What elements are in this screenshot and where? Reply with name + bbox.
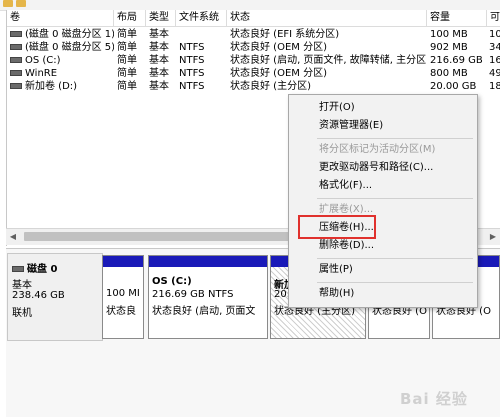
cell-capacity: 100 MB — [430, 29, 468, 40]
partition-os[interactable]: OS (C:) 216.69 GB NTFS 状态良好 (启动, 页面文 — [148, 255, 268, 339]
cell-layout: 简单 — [117, 68, 137, 79]
cell-type: 基本 — [149, 81, 169, 92]
menu-delete[interactable]: 删除卷(D)... — [290, 237, 476, 255]
cell-capacity: 20.00 GB — [430, 81, 477, 92]
col-filesystem[interactable]: 文件系统 — [176, 10, 227, 26]
disk-type: 基本 — [12, 280, 32, 291]
partition-size: 216.69 GB NTFS — [152, 289, 234, 300]
cell-status: 状态良好 (OEM 分区) — [230, 68, 327, 79]
drive-icon — [10, 70, 22, 76]
scroll-left-icon[interactable]: ◀ — [6, 229, 20, 245]
drive-icon — [10, 57, 22, 63]
partition-size: 100 MI — [106, 288, 140, 299]
col-free[interactable]: 可 — [487, 10, 500, 26]
table-row[interactable]: OS (C:) 简单 基本 NTFS 状态良好 (启动, 页面文件, 故障转储, 主分区… — [7, 54, 500, 67]
menu-separator — [317, 258, 473, 259]
menu-explorer[interactable]: 资源管理器(E) — [290, 117, 476, 135]
cell-free: 16 — [489, 55, 500, 66]
folder-icon-2[interactable] — [16, 0, 26, 7]
drive-icon — [10, 83, 22, 89]
cell-free: 49 — [489, 68, 500, 79]
partition-efi[interactable]: 100 MI 状态良 — [102, 255, 144, 339]
cell-type: 基本 — [149, 42, 169, 53]
cell-free: 34 — [489, 42, 500, 53]
cell-layout: 简单 — [117, 55, 137, 66]
cell-capacity: 216.69 GB — [430, 55, 483, 66]
cell-free: 18 — [489, 81, 500, 92]
cell-fs: NTFS — [179, 68, 205, 79]
menu-separator — [317, 198, 473, 199]
cell-vol: 新加卷 (D:) — [10, 80, 114, 93]
disk-state: 联机 — [12, 308, 32, 319]
table-row[interactable]: WinRE 简单 基本 NTFS 状态良好 (OEM 分区) 800 MB 49 — [7, 67, 500, 80]
scroll-right-icon[interactable]: ▶ — [486, 229, 500, 245]
list-header: 卷 布局 类型 文件系统 状态 容量 可 — [7, 10, 500, 27]
menu-mark-active[interactable]: 将分区标记为活动分区(M) — [290, 141, 476, 159]
cell-fs: NTFS — [179, 42, 205, 53]
context-menu: 打开(O) 资源管理器(E) 将分区标记为活动分区(M) 更改驱动器号和路径(C… — [288, 94, 478, 308]
cell-vol: (磁盘 0 磁盘分区 5) — [10, 41, 114, 54]
table-row[interactable]: (磁盘 0 磁盘分区 5) 简单 基本 NTFS 状态良好 (OEM 分区) 902 MB… — [7, 41, 500, 54]
cell-layout: 简单 — [117, 81, 137, 92]
cell-capacity: 800 MB — [430, 68, 468, 79]
cell-fs: NTFS — [179, 81, 205, 92]
watermark: Bai 经验 — [400, 390, 468, 408]
table-row[interactable]: (磁盘 0 磁盘分区 1) 简单 基本 状态良好 (EFI 系统分区) 100 MB 10 — [7, 28, 500, 41]
menu-format[interactable]: 格式化(F)... — [290, 177, 476, 195]
menu-change-letter[interactable]: 更改驱动器号和路径(C)... — [290, 159, 476, 177]
disk-info-panel[interactable]: 磁盘 0 基本 238.46 GB 联机 — [7, 253, 103, 341]
cell-vol: OS (C:) — [10, 54, 114, 67]
menu-properties[interactable]: 属性(P) — [290, 261, 476, 279]
partition-bar — [149, 256, 267, 267]
disk-size: 238.46 GB — [12, 290, 65, 301]
disk-title: 磁盘 0 — [12, 260, 57, 275]
partition-label: OS (C:) — [152, 276, 192, 287]
col-type[interactable]: 类型 — [146, 10, 176, 26]
drive-icon — [10, 31, 22, 37]
cell-type: 基本 — [149, 29, 169, 40]
folder-icon[interactable] — [3, 0, 13, 7]
cell-fs — [179, 28, 227, 41]
menu-help[interactable]: 帮助(H) — [290, 285, 476, 303]
cell-capacity: 902 MB — [430, 42, 468, 53]
cell-type: 基本 — [149, 68, 169, 79]
menu-open[interactable]: 打开(O) — [290, 99, 476, 117]
partition-bar — [103, 256, 143, 267]
cell-status: 状态良好 (EFI 系统分区) — [230, 29, 340, 40]
cell-layout: 简单 — [117, 42, 137, 53]
cell-fs: NTFS — [179, 55, 205, 66]
cell-vol: (磁盘 0 磁盘分区 1) — [10, 28, 114, 41]
menu-separator — [317, 138, 473, 139]
col-capacity[interactable]: 容量 — [427, 10, 487, 26]
partition-status: 状态良 — [106, 306, 136, 317]
col-status[interactable]: 状态 — [227, 10, 427, 26]
highlight-box — [298, 215, 376, 239]
cell-type: 基本 — [149, 55, 169, 66]
partition-status: 状态良好 (启动, 页面文 — [152, 306, 256, 317]
drive-icon — [10, 44, 22, 50]
cell-status: 状态良好 (OEM 分区) — [230, 42, 327, 53]
disk-icon — [12, 266, 24, 272]
cell-layout: 简单 — [117, 29, 137, 40]
cell-free: 10 — [489, 29, 500, 40]
cell-vol: WinRE — [10, 67, 114, 80]
cell-status: 状态良好 (主分区) — [230, 81, 311, 92]
menu-separator — [317, 282, 473, 283]
cell-status: 状态良好 (启动, 页面文件, 故障转储, 主分区) — [230, 55, 427, 66]
table-row[interactable]: 新加卷 (D:) 简单 基本 NTFS 状态良好 (主分区) 20.00 GB 18 — [7, 80, 500, 93]
col-layout[interactable]: 布局 — [114, 10, 146, 26]
col-volume[interactable]: 卷 — [7, 10, 114, 26]
